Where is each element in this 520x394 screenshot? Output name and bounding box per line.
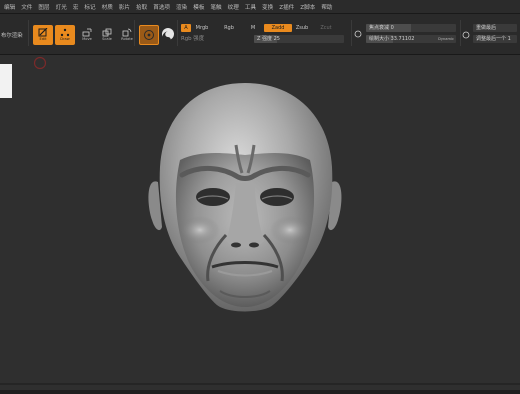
mrgb-toggle[interactable]: Mrgb	[194, 24, 210, 32]
top-toolbar: 布尔渲染 Edit Draw Move Scale Rotate A Mrgb …	[0, 14, 520, 55]
zsub-toggle[interactable]: Zsub	[293, 24, 311, 32]
menu-bar: 编辑 文件 图层 灯光 宏 标记 材质 影片 拾取 首选项 渲染 模板 笔触 纹…	[0, 0, 520, 14]
menu-item-picker[interactable]: 拾取	[136, 3, 147, 11]
focal-shift-label: 焦点衰减 0	[369, 25, 394, 31]
right-cheekbone	[270, 216, 310, 244]
rotate-icon	[122, 28, 132, 37]
rotate-button-label: Rotate	[121, 37, 133, 42]
menu-item-transform[interactable]: 变换	[262, 3, 273, 11]
menu-item-render[interactable]: 渲染	[176, 3, 187, 11]
draw-size-label: 绘制大小 33.71102	[369, 36, 415, 42]
move-button-label: Move	[82, 37, 92, 42]
redo-last-label: 重做最后	[476, 25, 497, 31]
brush-cursor-icon	[33, 56, 47, 70]
left-cheekbone	[180, 216, 220, 244]
toolbar-divider	[134, 20, 135, 46]
draw-button[interactable]: Draw	[55, 25, 75, 45]
move-button[interactable]: Move	[77, 25, 97, 45]
draw-size-slider[interactable]: 绘制大小 33.71102 Dynamic	[366, 35, 456, 43]
material-sphere-icon	[144, 30, 154, 40]
toolbar-divider	[351, 20, 352, 46]
menu-item-stencil[interactable]: 模板	[193, 3, 204, 11]
left-nostril	[231, 242, 241, 248]
yin-yang-icon	[162, 31, 171, 43]
menu-item-material[interactable]: 材质	[102, 3, 113, 11]
a-mode-toggle[interactable]: A	[181, 24, 191, 32]
menu-item-file[interactable]: 文件	[21, 3, 32, 11]
focal-shift-slider[interactable]: 焦点衰减 0	[366, 24, 456, 32]
rgb-toggle[interactable]: Rgb	[222, 24, 236, 32]
z-intensity-label: Z 强度 25	[257, 36, 280, 42]
material-swatch-button[interactable]	[139, 25, 159, 45]
redo-icon	[462, 31, 470, 39]
move-icon	[82, 28, 92, 37]
menu-item-light[interactable]: 灯光	[56, 3, 67, 11]
bottom-status-bar	[0, 383, 520, 385]
color-picker-button[interactable]	[162, 28, 174, 43]
toolbar-divider	[460, 20, 461, 46]
menu-item-edit[interactable]: 编辑	[4, 3, 15, 11]
dynamic-toggle[interactable]: Dynamic	[438, 35, 454, 43]
menu-item-marker[interactable]: 标记	[84, 3, 95, 11]
focal-curve-icon	[354, 30, 362, 38]
scale-icon	[102, 28, 112, 37]
canvas-svg	[33, 56, 342, 312]
draw-icon	[60, 29, 70, 37]
redo-last-button[interactable]: 重做最后	[473, 24, 517, 32]
edit-icon	[38, 28, 48, 37]
draw-button-label: Draw	[60, 37, 70, 42]
menu-item-movie[interactable]: 影片	[119, 3, 130, 11]
white-panel-tab[interactable]	[0, 64, 12, 98]
menu-item-help[interactable]: 帮助	[321, 3, 332, 11]
scale-button-label: Scale	[102, 37, 112, 42]
tweak-last-label: 调整最后一个 1	[476, 36, 511, 42]
toolbar-divider	[28, 20, 29, 46]
sculpted-head-model	[148, 83, 342, 312]
menu-item-texture[interactable]: 纹理	[228, 3, 239, 11]
document-canvas[interactable]	[0, 55, 520, 390]
menu-item-zscript[interactable]: Z脚本	[300, 3, 315, 11]
right-nostril	[249, 242, 259, 248]
menu-item-zplugin[interactable]: Z插件	[279, 3, 294, 11]
edit-button[interactable]: Edit	[33, 25, 53, 45]
m-toggle[interactable]: M	[248, 24, 258, 32]
zcut-toggle[interactable]: Zcut	[318, 24, 334, 32]
menu-item-tool[interactable]: 工具	[245, 3, 256, 11]
menu-item-macro[interactable]: 宏	[73, 3, 79, 11]
z-intensity-slider[interactable]: Z 强度 25	[254, 35, 344, 43]
tweak-last-slider[interactable]: 调整最后一个 1	[473, 35, 517, 43]
menu-item-layer[interactable]: 图层	[38, 3, 49, 11]
menu-item-preferences[interactable]: 首选项	[153, 3, 170, 11]
menu-item-stroke[interactable]: 笔触	[210, 3, 221, 11]
scale-button[interactable]: Scale	[97, 25, 117, 45]
boolean-render-label[interactable]: 布尔渲染	[1, 31, 23, 39]
edit-button-label: Edit	[39, 37, 47, 42]
rgb-intensity-slider[interactable]: Rgb 强度	[181, 34, 204, 42]
zadd-toggle[interactable]: Zadd	[264, 24, 292, 32]
toolbar-divider	[177, 20, 178, 46]
